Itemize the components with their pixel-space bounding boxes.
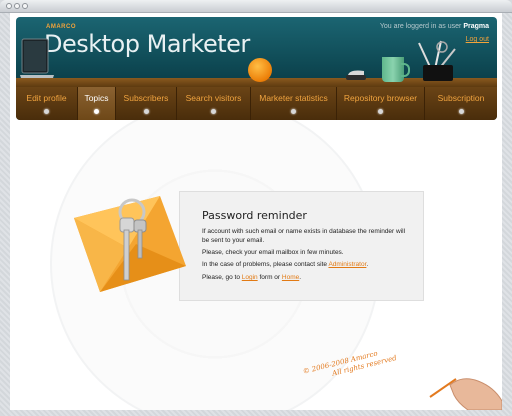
logged-in-user: You are loggerd in as user Pragma <box>380 23 489 30</box>
reminder-text-4: Please, go to Login form or Home. <box>202 273 412 282</box>
writing-hand-icon <box>429 378 502 410</box>
envelope-with-keys-icon <box>74 196 186 292</box>
nav-marketer-statistics[interactable]: Marketer statistics <box>251 87 337 120</box>
minimize-window-icon[interactable] <box>14 3 20 9</box>
brand-logo-left: Desktop <box>44 30 140 58</box>
login-link[interactable]: Login <box>242 274 258 281</box>
reminder-text-3: In the case of problems, please contact … <box>202 260 412 269</box>
username: Pragma <box>463 23 489 30</box>
reminder-text-1: If account with such email or name exist… <box>202 228 406 244</box>
brand-logo-right: Marketer <box>146 30 251 58</box>
nav-repository-browser[interactable]: Repository browser <box>337 87 425 120</box>
page: AMARCO Desktop Marketer You are loggerd … <box>10 13 502 410</box>
goto-mid: form or <box>259 274 281 281</box>
window-titlebar <box>0 0 512 13</box>
user-prefix: You are loggerd in as user <box>379 23 462 30</box>
reminder-text-2: Please, check your email mailbox in few … <box>202 249 344 256</box>
close-window-icon[interactable] <box>6 3 12 9</box>
logout-link[interactable]: Log out <box>466 36 489 43</box>
goto-prefix: Please, go to <box>202 274 240 281</box>
password-reminder-panel: Password reminder If account with such e… <box>179 191 424 301</box>
nav-topics[interactable]: Topics <box>78 87 116 120</box>
home-link[interactable]: Home <box>282 274 299 281</box>
nav-subscribers[interactable]: Subscribers <box>116 87 177 120</box>
contact-prefix: In the case of problems, please contact … <box>202 261 328 268</box>
brand-logo[interactable]: Desktop Marketer <box>44 30 250 58</box>
main-nav: Edit profile Topics Subscribers Search v… <box>16 87 497 120</box>
mug-icon <box>382 57 410 82</box>
administrator-link[interactable]: Administrator <box>328 261 366 268</box>
nav-subscription[interactable]: Subscription <box>425 87 497 120</box>
zoom-window-icon[interactable] <box>22 3 28 9</box>
contact-suffix: . <box>366 261 369 268</box>
orange-icon <box>248 58 272 82</box>
stapler-icon <box>346 70 366 80</box>
goto-suffix: . <box>299 274 302 281</box>
site-header: AMARCO Desktop Marketer You are loggerd … <box>16 17 497 120</box>
browser-window: AMARCO Desktop Marketer You are loggerd … <box>0 0 512 416</box>
panel-title: Password reminder <box>202 209 307 222</box>
pen-holder-icon <box>418 40 456 81</box>
laptop-icon <box>20 38 54 81</box>
nav-search-visitors[interactable]: Search visitors <box>177 87 251 120</box>
nav-edit-profile[interactable]: Edit profile <box>16 87 78 120</box>
